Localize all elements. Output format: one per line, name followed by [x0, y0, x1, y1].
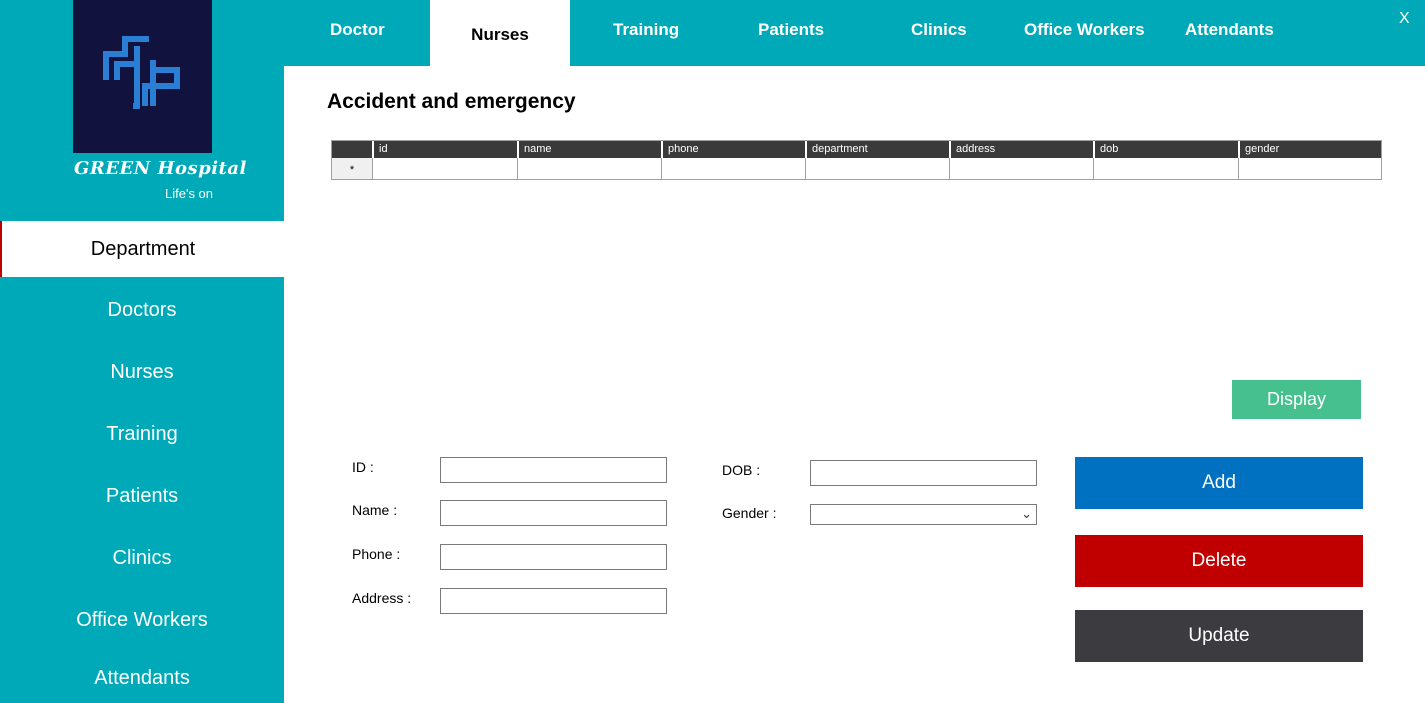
gender-select[interactable]: ⌄: [810, 504, 1037, 525]
update-button[interactable]: Update: [1075, 610, 1363, 662]
tab-attendants[interactable]: Attendants: [1185, 20, 1274, 40]
page-title: Accident and emergency: [327, 90, 576, 113]
gender-label: Gender :: [722, 505, 777, 521]
tab-doctor[interactable]: Doctor: [330, 20, 385, 40]
column-header-department[interactable]: department: [805, 141, 949, 158]
sidebar-item-label: Department: [90, 238, 196, 260]
table-cell[interactable]: [661, 158, 805, 179]
table-cell[interactable]: [517, 158, 661, 179]
sidebar-item-attendants[interactable]: Attendants: [0, 667, 284, 690]
address-label: Address :: [352, 590, 412, 606]
column-header-address[interactable]: address: [949, 141, 1093, 158]
sidebar-item-office-workers[interactable]: Office Workers: [0, 609, 284, 632]
data-grid[interactable]: id name phone department address dob gen…: [331, 140, 1382, 180]
tab-clinics[interactable]: Clinics: [911, 20, 967, 40]
brand-tagline: Life's on: [165, 186, 214, 201]
close-button[interactable]: X: [1399, 10, 1410, 28]
add-button[interactable]: Add: [1075, 457, 1363, 509]
table-cell[interactable]: [372, 158, 517, 179]
sidebar-item-clinics[interactable]: Clinics: [0, 547, 284, 570]
sidebar: GREEN Hospital Life's on Department Doct…: [0, 0, 284, 703]
dob-field[interactable]: [810, 460, 1037, 486]
brand-name: GREEN Hospital: [74, 158, 247, 179]
tab-nurses[interactable]: Nurses: [430, 0, 570, 66]
sidebar-item-training[interactable]: Training: [0, 423, 284, 446]
tab-office-workers[interactable]: Office Workers: [1024, 20, 1145, 40]
chevron-down-icon: ⌄: [1021, 506, 1032, 521]
grid-header: id name phone department address dob gen…: [332, 141, 1381, 158]
column-header-gender[interactable]: gender: [1238, 141, 1381, 158]
dob-label: DOB :: [722, 462, 761, 478]
id-label: ID :: [352, 459, 374, 475]
logo: [73, 0, 212, 153]
name-label: Name :: [352, 502, 398, 518]
column-header-name[interactable]: name: [517, 141, 661, 158]
sidebar-item-nurses[interactable]: Nurses: [0, 361, 284, 384]
id-field[interactable]: [440, 457, 667, 483]
hospital-logo-icon: [103, 36, 180, 109]
table-row-new[interactable]: *: [332, 158, 1381, 179]
column-header-phone[interactable]: phone: [661, 141, 805, 158]
table-cell[interactable]: [949, 158, 1093, 179]
tab-patients[interactable]: Patients: [758, 20, 824, 40]
sidebar-item-patients[interactable]: Patients: [0, 485, 284, 508]
phone-label: Phone :: [352, 546, 401, 562]
sidebar-item-doctors[interactable]: Doctors: [0, 299, 284, 322]
display-button[interactable]: Display: [1232, 380, 1361, 419]
address-field[interactable]: [440, 588, 667, 614]
table-cell[interactable]: [1093, 158, 1238, 179]
name-field[interactable]: [440, 500, 667, 526]
table-cell[interactable]: [805, 158, 949, 179]
delete-button[interactable]: Delete: [1075, 535, 1363, 587]
top-tab-bar: Doctor Nurses Training Patients Clinics …: [284, 0, 1425, 66]
column-header-id[interactable]: id: [372, 141, 517, 158]
row-header-new[interactable]: *: [332, 158, 372, 179]
column-header-dob[interactable]: dob: [1093, 141, 1238, 158]
sidebar-item-department[interactable]: Department: [0, 221, 284, 277]
phone-field[interactable]: [440, 544, 667, 570]
tab-training[interactable]: Training: [613, 20, 679, 40]
tab-label: Nurses: [471, 25, 529, 44]
table-cell[interactable]: [1238, 158, 1381, 179]
